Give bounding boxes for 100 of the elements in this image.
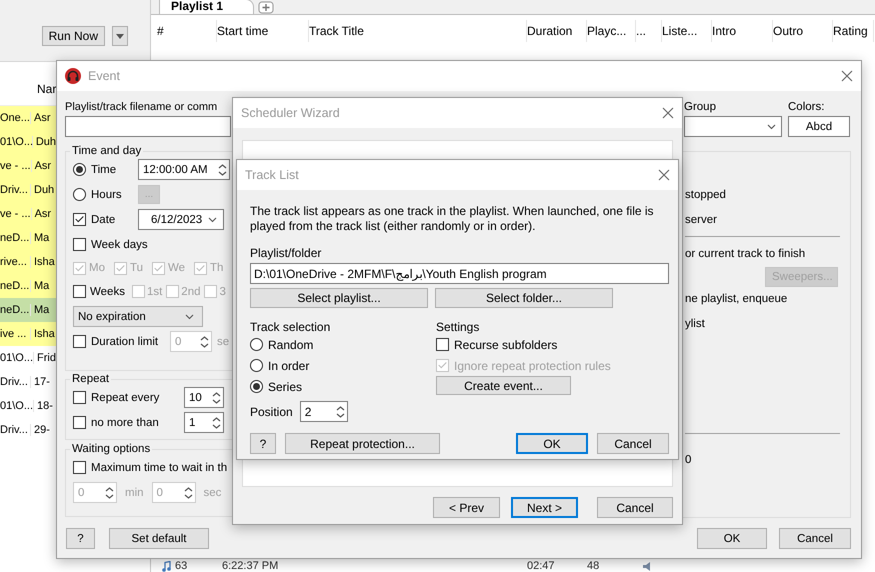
group-dropdown[interactable]: [684, 116, 782, 137]
checkbox[interactable]: [73, 461, 86, 474]
list-row[interactable]: One... Asr: [0, 106, 56, 130]
color-sample[interactable]: Abcd: [788, 116, 850, 137]
radio-label: In order: [268, 358, 310, 372]
checkbox-label: 2nd: [181, 286, 200, 298]
spinner-arrows-icon[interactable]: [336, 404, 345, 418]
date-dropdown[interactable]: 6/12/2023: [138, 209, 224, 230]
list-row[interactable]: neD... Ma: [0, 274, 56, 298]
ok-button[interactable]: OK: [697, 528, 767, 549]
help-button[interactable]: ?: [66, 528, 95, 549]
expiration-dropdown[interactable]: No expiration: [73, 306, 203, 327]
speaker-icon: [642, 560, 652, 572]
checkbox[interactable]: [73, 238, 86, 251]
spinner-arrows-icon[interactable]: [218, 162, 227, 176]
table-cell: 63: [175, 560, 188, 572]
radio-button[interactable]: [250, 359, 263, 372]
column-header[interactable]: Intro: [712, 20, 773, 42]
checkbox-label: no more than: [91, 416, 159, 428]
list-row[interactable]: ive ... Isha: [0, 322, 56, 346]
column-header[interactable]: Rating: [833, 20, 874, 42]
spin-field[interactable]: 10: [184, 387, 224, 408]
checkbox-label: 3: [219, 286, 226, 298]
spinner-arrows-icon[interactable]: [200, 334, 209, 348]
spin-field[interactable]: 1: [184, 412, 224, 433]
checkbox-label: Repeat every: [91, 392, 160, 404]
column-header[interactable]: #: [157, 20, 217, 42]
prev-button[interactable]: < Prev: [433, 497, 500, 518]
playlist-tab[interactable]: Playlist 1: [159, 0, 254, 14]
set-default-button[interactable]: Set default: [109, 528, 209, 549]
table-cell: rive...: [0, 256, 31, 268]
ok-button[interactable]: OK: [516, 433, 588, 454]
checkbox[interactable]: [73, 416, 86, 429]
spinner-arrows-icon[interactable]: [105, 486, 114, 500]
column-header[interactable]: Start time: [217, 20, 309, 42]
table-cell: neD...: [0, 232, 31, 244]
cancel-button[interactable]: Cancel: [779, 528, 851, 549]
chevron-icon: [767, 124, 776, 130]
spin-field[interactable]: 2: [300, 401, 348, 422]
list-row[interactable]: ve - ... Asr: [0, 154, 56, 178]
spinner-arrows-icon[interactable]: [212, 390, 221, 404]
repeat-protection-button[interactable]: Repeat protection...: [285, 433, 440, 454]
cancel-button[interactable]: Cancel: [597, 497, 673, 518]
checkbox[interactable]: [73, 391, 86, 404]
column-header[interactable]: Outro: [773, 20, 833, 42]
radio-button[interactable]: [250, 338, 263, 351]
headphones-icon: [65, 68, 81, 84]
list-row[interactable]: ve - ... Asr: [0, 202, 56, 226]
list-row[interactable]: rive... Isha: [0, 250, 56, 274]
checkbox-label: 1st: [146, 286, 162, 298]
radio-label: Time: [91, 164, 116, 176]
select-folder-button[interactable]: Select folder...: [435, 288, 613, 308]
plus-icon[interactable]: [258, 1, 274, 14]
radio-button[interactable]: [250, 380, 263, 393]
close-icon[interactable]: [841, 70, 853, 82]
column-header[interactable]: Liste...: [662, 20, 712, 42]
help-button[interactable]: ?: [250, 433, 276, 454]
next-button[interactable]: Next >: [511, 497, 578, 518]
checkbox-label: Duration limit: [91, 336, 158, 348]
list-row[interactable]: 01\O... Duh: [0, 130, 56, 154]
close-icon[interactable]: [658, 169, 670, 181]
radio-button[interactable]: [73, 188, 86, 201]
run-now-button[interactable]: Run Now: [42, 26, 105, 46]
cancel-button[interactable]: Cancel: [597, 433, 669, 454]
spinner-arrows-icon[interactable]: [212, 416, 221, 430]
spinner-arrows-icon[interactable]: [184, 486, 193, 500]
column-header: Nar: [37, 82, 56, 96]
filename-field[interactable]: [65, 116, 231, 137]
close-icon[interactable]: [662, 107, 674, 119]
spin-field[interactable]: 12:00:00 AM: [138, 159, 230, 180]
checkbox[interactable]: [73, 335, 86, 348]
music-note-icon: [162, 560, 171, 572]
column-header[interactable]: Track Title: [309, 20, 527, 42]
checkbox[interactable]: [436, 338, 449, 351]
group-title: Waiting options: [72, 443, 150, 455]
radio-label: Hours: [91, 188, 122, 200]
dropdown-button[interactable]: [112, 26, 128, 46]
table-cell: One...: [0, 112, 31, 124]
table-cell: 01\O...: [0, 400, 34, 412]
table-cell-text: Duh: [34, 136, 56, 148]
column-header[interactable]: ...: [636, 20, 662, 42]
radio-button[interactable]: [73, 163, 86, 176]
checkbox[interactable]: [73, 213, 86, 226]
checkbox[interactable]: [73, 285, 86, 298]
section-title: Settings: [436, 320, 480, 334]
list-row[interactable]: neD... Ma: [0, 226, 56, 250]
folder-path-field[interactable]: D:\01\OneDrive - 2MFM\F\برامج\Youth English program: [250, 263, 669, 284]
table-cell-text: Isha: [33, 328, 55, 340]
unit-label: se: [217, 336, 230, 348]
select-playlist-button[interactable]: Select playlist...: [250, 288, 428, 308]
table-cell-text: Asr: [33, 112, 50, 124]
column-header[interactable]: Playc...: [587, 20, 636, 42]
list-row[interactable]: Driv... Duh: [0, 178, 56, 202]
list-row[interactable]: neD... Ma: [0, 298, 56, 322]
column-header[interactable]: Duration: [527, 20, 587, 42]
checkbox-label: Recurse subfolders: [454, 338, 558, 352]
table-cell: 02:47: [527, 560, 555, 572]
table-cell-text: Ma: [33, 232, 50, 244]
description-text: The track list appears as one track in the playlist. When launched, one file is played from the track list (either randomly or in order).: [250, 204, 655, 234]
create-event-button[interactable]: Create event...: [436, 376, 571, 395]
